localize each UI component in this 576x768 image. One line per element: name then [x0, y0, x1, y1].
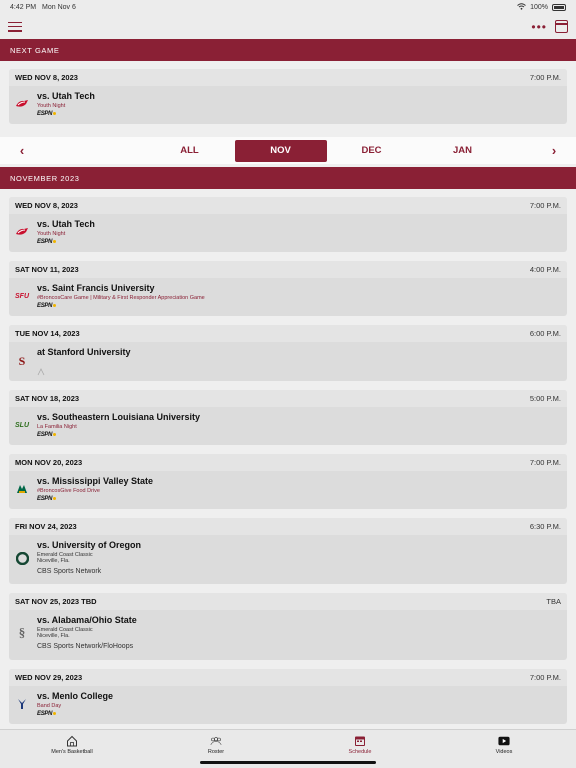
- network-logo: ESPN: [37, 496, 561, 502]
- network-logo: ESPN: [37, 711, 561, 717]
- game-location: Niceville, Fla.: [37, 633, 70, 639]
- game-card[interactable]: FRI NOV 24, 2023 6:30 P.M. vs. Universit…: [9, 518, 567, 584]
- game-card[interactable]: SAT NOV 18, 2023 5:00 P.M. SLU vs. South…: [9, 390, 567, 445]
- team-logo-icon: [15, 482, 29, 496]
- month-tabs: ‹ ALL NOV DEC JAN ›: [0, 137, 576, 164]
- game-time: TBA: [546, 597, 561, 606]
- play-icon: [498, 735, 510, 747]
- game-card[interactable]: SAT NOV 25, 2023 TBD TBA § vs. Alabama/O…: [9, 593, 567, 660]
- status-time: 4:42 PM: [10, 3, 37, 11]
- nav-videos[interactable]: Videos: [432, 730, 576, 768]
- team-logo-icon: SFU: [15, 292, 29, 300]
- team-logo-icon: [15, 551, 29, 565]
- game-promo: La Familia Night: [37, 424, 77, 430]
- game-date: MON NOV 20, 2023: [15, 458, 83, 467]
- game-card[interactable]: TUE NOV 14, 2023 6:00 P.M. S at Stanford…: [9, 325, 567, 381]
- game-location: Niceville, Fla.: [37, 558, 70, 564]
- network-logo: ESPN: [37, 432, 561, 438]
- team-logo-icon: [15, 97, 29, 111]
- game-date: FRI NOV 24, 2023: [15, 522, 77, 531]
- game-promo: #BroncosGive Food Drive: [37, 488, 100, 494]
- game-promo: Youth Night: [37, 103, 66, 109]
- nav-mens-basketball[interactable]: Men's Basketball: [0, 730, 144, 768]
- game-time: 7:00 P.M.: [529, 458, 561, 467]
- nav-label: Roster: [207, 749, 225, 755]
- game-time: 5:00 P.M.: [529, 394, 561, 403]
- team-logo-icon: §: [18, 625, 26, 640]
- battery-percent: 100%: [530, 3, 548, 11]
- more-icon[interactable]: •••: [531, 21, 547, 33]
- game-time: 6:00 P.M.: [529, 329, 561, 338]
- game-date: TUE NOV 14, 2023: [15, 329, 80, 338]
- game-tv: CBS Sports Network/FloHoops: [37, 643, 134, 650]
- game-time: 4:00 P.M.: [529, 265, 561, 274]
- wifi-icon: [517, 2, 526, 12]
- game-opponent: vs. Saint Francis University: [37, 283, 155, 293]
- battery-icon: [552, 3, 566, 11]
- game-time: 7:00 P.M.: [529, 673, 561, 682]
- game-date: SAT NOV 18, 2023: [15, 394, 80, 403]
- game-opponent: at Stanford University: [37, 347, 131, 357]
- network-logo: ESPN: [37, 303, 561, 309]
- tab-dec[interactable]: DEC: [326, 140, 418, 162]
- game-tv: CBS Sports Network: [37, 568, 102, 575]
- game-opponent: vs. Mississippi Valley State: [37, 476, 154, 486]
- game-opponent: vs. Menlo College: [37, 691, 114, 701]
- game-opponent: vs. University of Oregon: [37, 540, 142, 550]
- team-logo-icon: SLU: [15, 421, 29, 429]
- home-icon: [66, 735, 78, 747]
- game-card[interactable]: WED NOV 29, 2023 7:00 P.M. vs. Menlo Col…: [9, 669, 567, 724]
- tab-all[interactable]: ALL: [144, 140, 236, 162]
- game-promo: Youth Night: [37, 231, 66, 237]
- game-date: WED NOV 8, 2023: [15, 73, 78, 82]
- game-time: 7:00 P.M.: [529, 201, 561, 210]
- game-opponent: vs. Utah Tech: [37, 91, 95, 101]
- status-date: Mon Nov 6: [42, 3, 76, 11]
- tab-jan[interactable]: JAN: [417, 140, 509, 162]
- next-game-card[interactable]: WED NOV 8, 2023 7:00 P.M. vs. Utah Tech …: [9, 69, 567, 124]
- top-bar: •••: [0, 14, 576, 39]
- chevron-right-icon[interactable]: ›: [532, 143, 576, 158]
- nav-label: Schedule: [348, 749, 372, 755]
- calendar-icon[interactable]: [555, 20, 568, 33]
- team-logo-icon: [15, 697, 29, 711]
- game-card[interactable]: WED NOV 8, 2023 7:00 P.M. vs. Utah Tech …: [9, 197, 567, 252]
- nav-label: Videos: [495, 749, 513, 755]
- game-opponent: vs. Southeastern Louisiana University: [37, 412, 201, 422]
- menu-icon[interactable]: [8, 21, 22, 32]
- roster-icon: [210, 735, 222, 747]
- game-card[interactable]: MON NOV 20, 2023 7:00 P.M. vs. Mississip…: [9, 454, 567, 509]
- game-time: 7:00 P.M.: [529, 73, 561, 82]
- game-date: WED NOV 29, 2023: [15, 673, 83, 682]
- game-date: SAT NOV 11, 2023: [15, 265, 79, 274]
- next-game-header: NEXT GAME: [0, 39, 576, 61]
- tab-nov[interactable]: NOV: [234, 139, 327, 162]
- chevron-left-icon[interactable]: ‹: [0, 143, 44, 158]
- game-promo: #BroncosCare Game | Military & First Res…: [37, 295, 205, 301]
- game-opponent: vs. Utah Tech: [37, 219, 95, 229]
- network-logo: ESPN: [37, 239, 561, 245]
- calendar-icon: [354, 735, 366, 747]
- team-logo-icon: [15, 225, 29, 239]
- team-logo-icon: S: [18, 353, 26, 368]
- home-indicator: [200, 761, 376, 764]
- game-date: SAT NOV 25, 2023 TBD: [15, 597, 97, 606]
- game-promo: Band Day: [37, 703, 62, 709]
- network-logo: [37, 363, 561, 381]
- nav-label: Men's Basketball: [51, 749, 93, 755]
- game-card[interactable]: SAT NOV 11, 2023 4:00 P.M. SFU vs. Saint…: [9, 261, 567, 316]
- network-logo: ESPN: [37, 111, 561, 117]
- status-bar: 4:42 PM Mon Nov 6 100%: [0, 0, 576, 14]
- game-time: 6:30 P.M.: [529, 522, 561, 531]
- game-opponent: vs. Alabama/Ohio State: [37, 615, 137, 625]
- game-date: WED NOV 8, 2023: [15, 201, 78, 210]
- month-header: NOVEMBER 2023: [0, 167, 576, 189]
